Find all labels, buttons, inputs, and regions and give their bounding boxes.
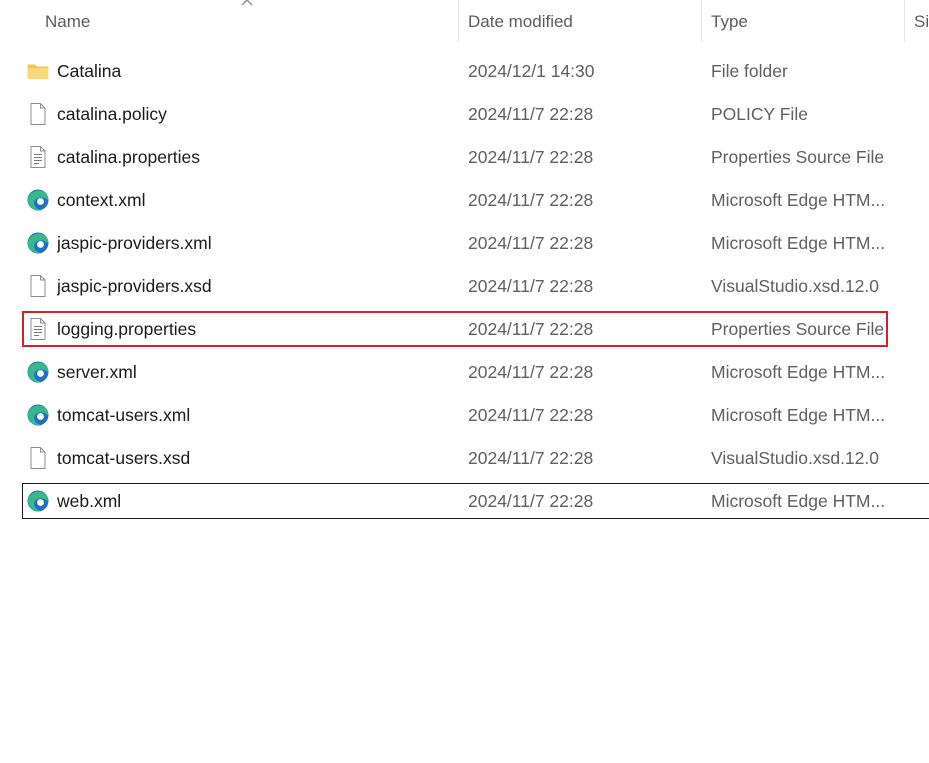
file-name: logging.properties (57, 318, 197, 339)
file-row[interactable]: jaspic-providers.xml 2024/11/7 22:28 Micro… (22, 225, 929, 261)
file-date-modified: 2024/11/7 22:28 (468, 189, 594, 210)
edge-icon (26, 360, 50, 384)
sort-ascending-icon (241, 0, 253, 6)
file-name: Catalina (57, 60, 122, 81)
file-date-modified: 2024/11/7 22:28 (468, 404, 594, 425)
folder-icon (26, 59, 50, 83)
size-column-header[interactable]: Si (914, 0, 929, 42)
file-type: Microsoft Edge HTM... (711, 490, 886, 511)
file-type: POLICY File (711, 103, 808, 124)
file-date-modified: 2024/11/7 22:28 (468, 232, 594, 253)
file-row[interactable]: server.xml 2024/11/7 22:28 Microsoft Edge … (22, 354, 929, 390)
file-type: Microsoft Edge HTM... (711, 232, 886, 253)
edge-icon (26, 403, 50, 427)
file-type: Microsoft Edge HTM... (711, 189, 886, 210)
file-row[interactable]: context.xml 2024/11/7 22:28 Microsoft Edge… (22, 182, 929, 218)
file-date-modified: 2024/11/7 22:28 (468, 103, 594, 124)
edge-icon (26, 188, 50, 212)
file-row[interactable]: tomcat-users.xsd 2024/11/7 22:28 VisualStu… (22, 440, 929, 476)
file-date-modified: 2024/11/7 22:28 (468, 447, 594, 468)
file-name: jaspic-providers.xsd (57, 275, 212, 296)
file-name: context.xml (57, 189, 146, 210)
file-date-modified: 2024/11/7 22:28 (468, 318, 594, 339)
file-type: Properties Source File (711, 146, 885, 167)
column-divider[interactable] (701, 0, 702, 42)
file-name: web.xml (57, 490, 122, 511)
file-type: Properties Source File (711, 318, 885, 339)
edge-icon (26, 231, 50, 255)
file-name: catalina.properties (57, 146, 200, 167)
column-divider[interactable] (904, 0, 905, 42)
file-row[interactable]: Catalina 2024/12/1 14:30 File folder (22, 53, 929, 89)
file-date-modified: 2024/12/1 14:30 (468, 60, 595, 81)
file-icon (26, 102, 50, 126)
file-type: File folder (711, 60, 788, 81)
date-modified-column-header[interactable]: Date modified (468, 0, 696, 42)
file-date-modified: 2024/11/7 22:28 (468, 361, 594, 382)
file-row[interactable]: catalina.properties 2024/11/7 22:28 Proper… (22, 139, 929, 175)
file-row[interactable]: web.xml 2024/11/7 22:28 Microsoft Edge HTM… (22, 483, 929, 519)
file-date-modified: 2024/11/7 22:28 (468, 146, 594, 167)
file-type: VisualStudio.xsd.12.0 (711, 275, 879, 296)
file-row[interactable]: catalina.policy 2024/11/7 22:28 POLICY Fil… (22, 96, 929, 132)
column-header-bar: Name Date modified Type Si (0, 0, 929, 42)
file-type: Microsoft Edge HTM... (711, 404, 886, 425)
type-column-header[interactable]: Type (711, 0, 899, 42)
file-icon (26, 274, 50, 298)
edge-icon (26, 489, 50, 513)
file-row[interactable]: jaspic-providers.xsd 2024/11/7 22:28 Visua… (22, 268, 929, 304)
text-file-icon (26, 317, 50, 341)
file-row[interactable]: logging.properties 2024/11/7 22:28 Propert… (22, 311, 888, 347)
text-file-icon (26, 145, 50, 169)
file-type: VisualStudio.xsd.12.0 (711, 447, 879, 468)
file-row[interactable]: tomcat-users.xml 2024/11/7 22:28 Microsoft… (22, 397, 929, 433)
file-name: catalina.policy (57, 103, 167, 124)
file-name: tomcat-users.xsd (57, 447, 191, 468)
column-divider[interactable] (458, 0, 459, 42)
file-name: server.xml (57, 361, 137, 382)
file-type: Microsoft Edge HTM... (711, 361, 886, 382)
file-date-modified: 2024/11/7 22:28 (468, 490, 594, 511)
file-name: jaspic-providers.xml (57, 232, 212, 253)
file-name: tomcat-users.xml (57, 404, 191, 425)
file-date-modified: 2024/11/7 22:28 (468, 275, 594, 296)
file-icon (26, 446, 50, 470)
